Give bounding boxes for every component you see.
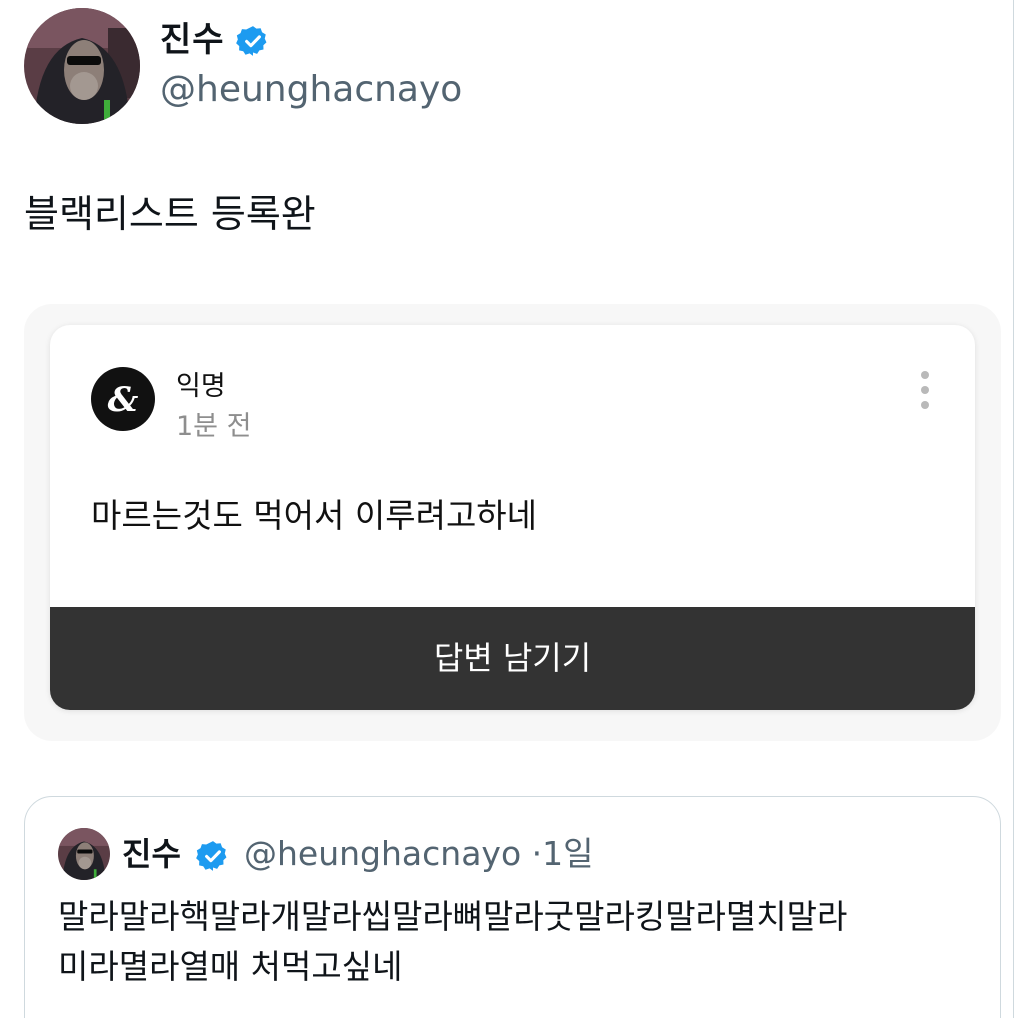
quoted-author-name[interactable]: 진수 [122, 832, 181, 876]
question-card[interactable]: & 익명 1분 전 마르는것도 먹어서 이루려고하네 답변 남기기 [50, 325, 975, 710]
author-name[interactable]: 진수 [160, 14, 225, 66]
sender-name: 익명 [176, 371, 226, 402]
meta-separator: · [531, 834, 543, 873]
author-handle[interactable]: @heunghacnayo [160, 66, 462, 114]
more-options-icon[interactable] [910, 365, 940, 415]
question-time: 1분 전 [176, 411, 252, 442]
tweet-text: 블랙리스트 등록완 [24, 192, 316, 236]
question-text: 마르는것도 먹어서 이루려고하네 [91, 496, 538, 535]
svg-text:&: & [108, 380, 139, 420]
quoted-verified-badge-icon [196, 839, 230, 873]
author-avatar[interactable] [24, 8, 140, 124]
answer-button[interactable]: 답변 남기기 [50, 607, 975, 710]
anonymous-logo-icon: & [91, 367, 155, 431]
quoted-tweet-text: 말라말라핵말라개말라씹말라뼈말라굿말라킹말라멸치말라 미라멸라열매 처먹고싶네 [58, 892, 988, 992]
edge-divider [1013, 0, 1014, 1018]
quoted-handle-and-age: @heunghacnayo ·1일 [244, 832, 594, 876]
verified-badge-icon [236, 24, 270, 58]
quoted-text-line-1: 말라말라핵말라개말라씹말라뼈말라굿말라킹말라멸치말라 [58, 897, 848, 936]
quoted-age: 1일 [542, 834, 594, 873]
quoted-author-avatar[interactable] [58, 828, 110, 880]
quoted-handle[interactable]: @heunghacnayo [244, 834, 521, 873]
quoted-text-line-2: 미라멸라열매 처먹고싶네 [58, 947, 403, 986]
